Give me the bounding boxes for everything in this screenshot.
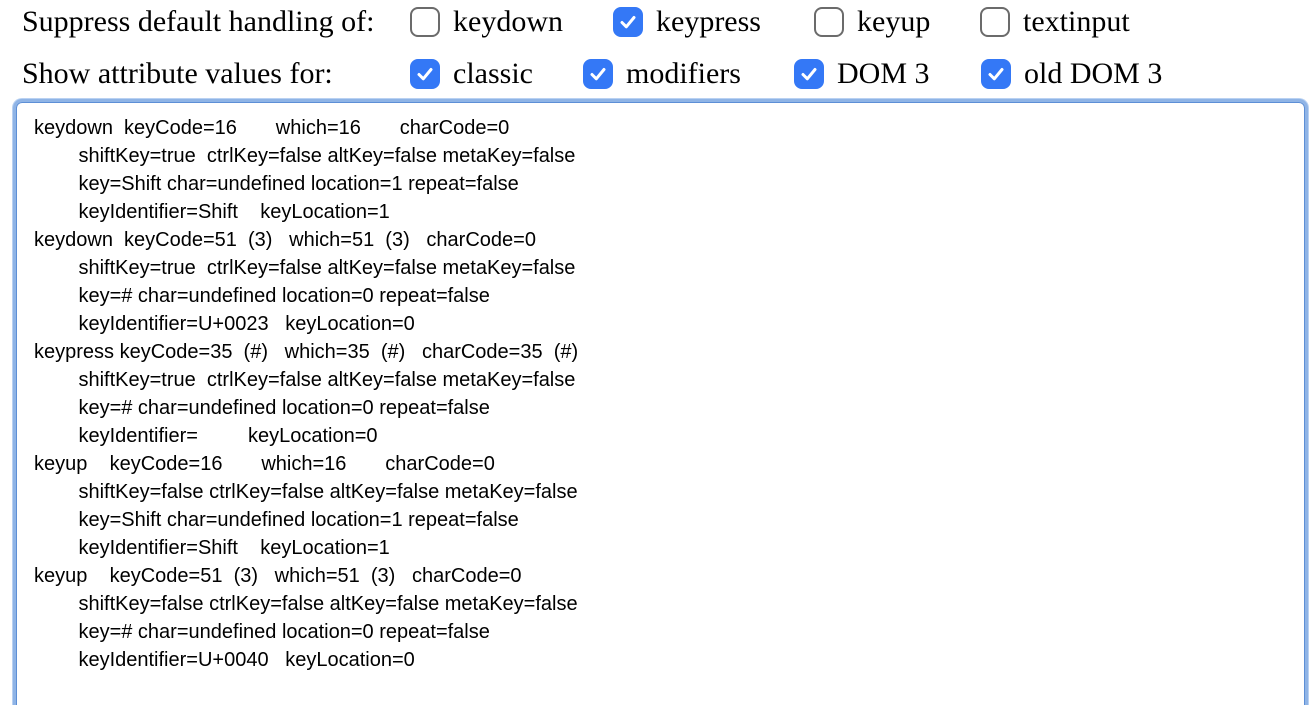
- log-line: keydown keyCode=51 (3) which=51 (3) char…: [34, 229, 536, 251]
- log-line: shiftKey=false ctrlKey=false altKey=fals…: [34, 593, 578, 615]
- suppress-keypress-label: keypress: [656, 5, 761, 38]
- show-classic-checkbox[interactable]: [410, 59, 440, 89]
- suppress-keydown-checkbox[interactable]: [410, 7, 440, 37]
- log-line: keyIdentifier=U+0040 keyLocation=0: [34, 649, 415, 671]
- checkmark-icon: [801, 68, 817, 81]
- show-dom3-checkbox[interactable]: [794, 59, 824, 89]
- checkmark-icon: [590, 68, 606, 81]
- show-dom3-label: DOM 3: [837, 57, 930, 90]
- log-line: keyIdentifier=Shift keyLocation=1: [34, 537, 390, 559]
- suppress-keyup-checkbox[interactable]: [814, 7, 844, 37]
- checkmark-icon: [988, 68, 1004, 81]
- show-dom3-option[interactable]: DOM 3: [794, 54, 930, 94]
- log-line: key=# char=undefined location=0 repeat=f…: [34, 397, 490, 419]
- suppress-textinput-label: textinput: [1023, 5, 1130, 38]
- log-line: shiftKey=true ctrlKey=false altKey=false…: [34, 369, 576, 391]
- show-modifiers-label: modifiers: [626, 57, 741, 90]
- suppress-keydown-label: keydown: [453, 5, 563, 38]
- log-line: keyIdentifier=Shift keyLocation=1: [34, 201, 390, 223]
- show-classic-label: classic: [453, 57, 533, 90]
- event-log-textarea[interactable]: keydown keyCode=16 which=16 charCode=0 s…: [13, 99, 1308, 705]
- log-line: key=# char=undefined location=0 repeat=f…: [34, 621, 490, 643]
- checkmark-icon: [417, 68, 433, 81]
- show-modifiers-option[interactable]: modifiers: [583, 54, 741, 94]
- show-label: Show attribute values for:: [22, 57, 333, 90]
- log-line: key=# char=undefined location=0 repeat=f…: [34, 285, 490, 307]
- suppress-textinput-checkbox[interactable]: [980, 7, 1010, 37]
- show-old-dom3-checkbox[interactable]: [981, 59, 1011, 89]
- suppress-textinput-option[interactable]: textinput: [980, 2, 1130, 42]
- suppress-keypress-option[interactable]: keypress: [613, 2, 761, 42]
- suppress-keyup-label: keyup: [857, 5, 931, 38]
- show-old-dom3-option[interactable]: old DOM 3: [981, 54, 1162, 94]
- log-line: shiftKey=false ctrlKey=false altKey=fals…: [34, 481, 578, 503]
- log-line: keyIdentifier=U+0023 keyLocation=0: [34, 313, 415, 335]
- show-modifiers-checkbox[interactable]: [583, 59, 613, 89]
- suppress-keydown-option[interactable]: keydown: [410, 2, 563, 42]
- log-line: keypress keyCode=35 (#) which=35 (#) cha…: [34, 341, 579, 363]
- suppress-keyup-option[interactable]: keyup: [814, 2, 930, 42]
- checkmark-icon: [620, 16, 636, 29]
- log-line: shiftKey=true ctrlKey=false altKey=false…: [34, 257, 576, 279]
- log-line: key=Shift char=undefined location=1 repe…: [34, 173, 519, 195]
- log-line: key=Shift char=undefined location=1 repe…: [34, 509, 519, 531]
- show-classic-option[interactable]: classic: [410, 54, 533, 94]
- suppress-keypress-checkbox[interactable]: [613, 7, 643, 37]
- log-line: keyIdentifier= keyLocation=0: [34, 425, 378, 447]
- show-old-dom3-label: old DOM 3: [1024, 57, 1163, 90]
- log-line: keydown keyCode=16 which=16 charCode=0: [34, 117, 510, 139]
- event-log-content: keydown keyCode=16 which=16 charCode=0 s…: [34, 114, 578, 674]
- log-line: keyup keyCode=16 which=16 charCode=0: [34, 453, 495, 475]
- log-line: keyup keyCode=51 (3) which=51 (3) charCo…: [34, 565, 522, 587]
- log-line: shiftKey=true ctrlKey=false altKey=false…: [34, 145, 576, 167]
- suppress-label: Suppress default handling of:: [22, 5, 375, 38]
